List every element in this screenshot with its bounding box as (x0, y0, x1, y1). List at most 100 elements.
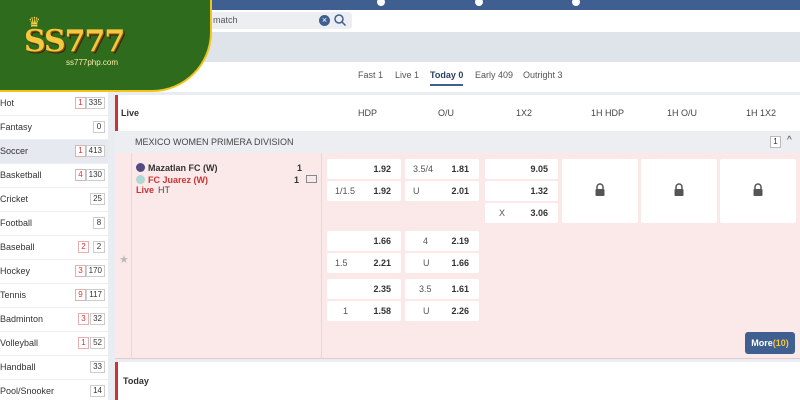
odds-value: 1.61 (451, 284, 469, 294)
live-count-badge: 1 (75, 97, 86, 109)
sidebar-item-baseball[interactable]: Baseball 2 2 (0, 236, 108, 260)
odds-cell[interactable]: X 3.06 (485, 203, 558, 223)
sidebar-item-fantasy[interactable]: Fantasy 0 (0, 116, 108, 140)
sidebar-item-label: Fantasy (0, 122, 33, 132)
sidebar-item-cricket[interactable]: Cricket 25 (0, 188, 108, 212)
sidebar-item-pool-snooker[interactable]: Pool/Snooker 14 (0, 380, 108, 400)
match-time: HT (158, 185, 170, 195)
sidebar-item-label: Handball (0, 362, 36, 372)
match-row: ★ Mazatlan FC (W) 1 FC Juarez (W) 1 Live… (115, 153, 800, 359)
search-placeholder: match (213, 15, 238, 25)
handicap-label: 3.5 (419, 284, 432, 294)
live-stream-icon[interactable] (306, 175, 317, 183)
star-icon[interactable]: ★ (119, 253, 129, 266)
locked-market-1h-ou (641, 159, 717, 223)
odds-cell[interactable]: 1.5 2.21 (327, 253, 401, 273)
brand-logo[interactable]: ♛ SS777 ss777php.com (0, 0, 212, 92)
odds-cell[interactable]: U 2.01 (405, 181, 479, 201)
nav-dot-icon[interactable] (375, 0, 387, 8)
handicap-label: 4 (423, 236, 429, 246)
odds-cell[interactable]: 4 2.19 (405, 231, 479, 251)
league-row[interactable]: MEXICO WOMEN PRIMERA DIVISION 1 ^ (115, 131, 800, 153)
odds-cell[interactable]: 2.35 (327, 279, 401, 299)
live-count-badge: 2 (78, 241, 89, 253)
team-logo-icon (136, 175, 145, 184)
sidebar-item-label: Badminton (0, 314, 44, 324)
lock-icon (674, 183, 684, 196)
odds-cell[interactable]: U 2.26 (405, 301, 479, 321)
odds-cell[interactable]: 1 1.58 (327, 301, 401, 321)
sidebar-item-label: Volleyball (0, 338, 39, 348)
nav-dot-icon[interactable] (473, 0, 485, 8)
odds-cell[interactable]: 1/1.5 1.92 (327, 181, 401, 201)
sidebar-item-hockey[interactable]: Hockey 3 170 (0, 260, 108, 284)
event-count-badge: 2 (93, 241, 105, 253)
odds-cell[interactable]: 3.5/4 1.81 (405, 159, 479, 179)
sidebar-item-label: Hockey (0, 266, 31, 276)
sidebar-item-soccer[interactable]: Soccer 1 413 (0, 140, 108, 164)
odds-cell[interactable]: 9.05 (485, 159, 558, 179)
nav-dot-icon[interactable] (570, 0, 582, 8)
sidebar-item-football[interactable]: Football 8 (0, 212, 108, 236)
odds-cell[interactable]: 3.5 1.61 (405, 279, 479, 299)
handicap-label: 1 (343, 306, 349, 316)
event-count-badge: 335 (85, 97, 105, 109)
search-input[interactable]: match × (205, 12, 352, 29)
odds-cell[interactable]: 1.32 (485, 181, 558, 201)
sidebar-item-tennis[interactable]: Tennis 9 117 (0, 284, 108, 308)
odds-cell[interactable]: 1.92 (327, 159, 401, 179)
column-header-1h-hdp: 1H HDP (591, 108, 625, 118)
odds-value: 2.35 (373, 284, 391, 294)
live-count-badge: 9 (75, 289, 86, 301)
sidebar-item-label: Tennis (0, 290, 27, 300)
team-logo-icon (136, 163, 145, 172)
more-label: More (751, 338, 773, 348)
event-count-badge: 170 (85, 265, 105, 277)
today-section-header[interactable]: Today (115, 362, 800, 400)
logo-url: ss777php.com (66, 58, 119, 67)
tab-outright[interactable]: Outright 3 (523, 70, 563, 80)
search-icon[interactable] (333, 13, 347, 27)
odds-value: 2.21 (373, 258, 391, 268)
event-count-badge: 32 (90, 313, 105, 325)
market-tabs: Fast 1 Live 1 Today 0 Early 409 Outright… (115, 62, 800, 92)
handicap-label: U (423, 306, 430, 316)
home-team-name: Mazatlan FC (W) (148, 163, 218, 173)
home-team[interactable]: Mazatlan FC (W) (136, 163, 218, 173)
odds-value: 2.01 (451, 186, 469, 196)
tab-early[interactable]: Early 409 (475, 70, 513, 80)
main-content: Live HDP O/U 1X2 1H HDP 1H O/U 1H 1X2 ME… (115, 95, 800, 400)
tab-live[interactable]: Live 1 (395, 70, 419, 80)
league-count: 1 (770, 136, 781, 148)
tab-today[interactable]: Today 0 (430, 70, 464, 86)
chevron-up-icon[interactable]: ^ (787, 135, 792, 146)
team-info: Mazatlan FC (W) 1 FC Juarez (W) 1 Live H… (132, 153, 322, 359)
more-markets-button[interactable]: More(10) (745, 332, 795, 354)
away-team[interactable]: FC Juarez (W) (136, 175, 208, 185)
live-count-badge: 3 (75, 265, 86, 277)
sports-sidebar: Hot 1 335 Fantasy 0 Soccer 1 413 Basketball 4 130 C… (0, 92, 108, 400)
more-count: (10) (772, 338, 789, 348)
clear-icon[interactable]: × (319, 15, 330, 26)
sidebar-item-badminton[interactable]: Badminton 3 32 (0, 308, 108, 332)
sidebar-item-hot[interactable]: Hot 1 335 (0, 92, 108, 116)
live-count-badge: 1 (78, 337, 89, 349)
sidebar-item-volleyball[interactable]: Volleyball 1 52 (0, 332, 108, 356)
odds-cell[interactable]: U 1.66 (405, 253, 479, 273)
favorite-column: ★ (115, 153, 132, 359)
live-count-badge: 3 (78, 313, 89, 325)
sidebar-divider (108, 92, 115, 400)
odds-header: Live HDP O/U 1X2 1H HDP 1H O/U 1H 1X2 (115, 95, 800, 131)
sidebar-item-label: Baseball (0, 242, 35, 252)
event-count-badge: 130 (85, 169, 105, 181)
odds-value: 2.26 (451, 306, 469, 316)
odds-value: 9.05 (530, 164, 548, 174)
tab-fast[interactable]: Fast 1 (358, 70, 383, 80)
sidebar-item-handball[interactable]: Handball 33 (0, 356, 108, 380)
sidebar-item-basketball[interactable]: Basketball 4 130 (0, 164, 108, 188)
odds-cell[interactable]: 1.66 (327, 231, 401, 251)
event-count-badge: 14 (90, 385, 105, 397)
odds-value: 1.92 (373, 186, 391, 196)
event-count-badge: 52 (90, 337, 105, 349)
today-section-title: Today (123, 376, 149, 386)
